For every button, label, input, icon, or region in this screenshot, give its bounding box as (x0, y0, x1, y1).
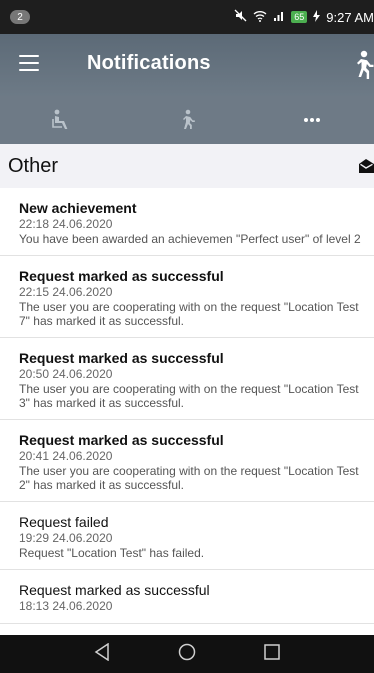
tab-walking[interactable] (125, 96, 250, 144)
charging-icon (313, 9, 321, 25)
notification-body: The user you are cooperating with on the… (19, 300, 359, 328)
notification-title: Request marked as successful (19, 350, 224, 366)
category-tabs (0, 96, 374, 144)
notification-date: 20:41 24.06.2020 (19, 449, 113, 463)
walking-person-action-icon[interactable] (348, 50, 374, 80)
notification-title: Request marked as successful (19, 268, 224, 284)
page-title: Notifications (87, 52, 211, 74)
more-icon (303, 118, 320, 122)
status-bar: 2 65 9:27 AM (0, 0, 374, 34)
notification-count-badge: 2 (10, 10, 30, 24)
notification-date: 19:29 24.06.2020 (19, 531, 113, 545)
status-icons: 65 9:27 AM (234, 9, 374, 25)
notification-body: The user you are cooperating with on the… (19, 382, 359, 410)
notification-date: 18:13 24.06.2020 (19, 599, 113, 613)
notification-date: 22:18 24.06.2020 (19, 217, 113, 231)
notification-title: Request marked as successful (19, 432, 224, 448)
notification-item[interactable]: Request failed 19:29 24.06.2020 Request "L… (0, 502, 374, 570)
mark-all-read-envelope-icon[interactable] (358, 158, 374, 179)
notification-date: 20:50 24.06.2020 (19, 367, 113, 381)
notification-title: New achievement (19, 200, 137, 216)
notification-title: Request marked as successful (19, 582, 210, 598)
notification-item[interactable]: Request marked as successful 22:15 24.06.… (0, 256, 374, 338)
mute-icon (234, 9, 247, 25)
section-header: Other (0, 144, 374, 188)
sitting-person-icon (52, 109, 68, 129)
notification-title: Request failed (19, 514, 109, 530)
notification-body: The user you are cooperating with on the… (19, 464, 359, 492)
back-icon[interactable] (94, 642, 110, 666)
notification-date: 22:15 24.06.2020 (19, 285, 113, 299)
signal-icon (273, 10, 285, 25)
home-icon[interactable] (178, 643, 196, 666)
notification-item[interactable]: Request marked as successful 20:41 24.06.… (0, 420, 374, 502)
wifi-icon (253, 10, 267, 25)
notification-item[interactable]: New achievement 22:18 24.06.2020 You have … (0, 188, 374, 256)
clock-time: 9:27 AM (326, 9, 374, 25)
notification-body: Request "Location Test" has failed. (19, 546, 205, 560)
system-navigation-bar (0, 635, 374, 673)
battery-level: 65 (291, 11, 308, 23)
section-title: Other (8, 155, 59, 177)
notification-body: You have been awarded an achievemen "Per… (19, 232, 361, 246)
recent-apps-icon[interactable] (264, 643, 280, 665)
tab-sitting[interactable] (0, 96, 125, 144)
notification-item[interactable]: Request marked as successful 20:50 24.06.… (0, 338, 374, 420)
walking-person-icon (183, 109, 195, 129)
notification-list: New achievement 22:18 24.06.2020 You have … (0, 188, 374, 635)
tab-more[interactable] (249, 96, 374, 144)
app-bar: Notifications (0, 34, 374, 96)
notification-item[interactable]: Request marked as successful 18:13 24.06.… (0, 570, 374, 624)
hamburger-menu-icon[interactable] (19, 55, 39, 71)
